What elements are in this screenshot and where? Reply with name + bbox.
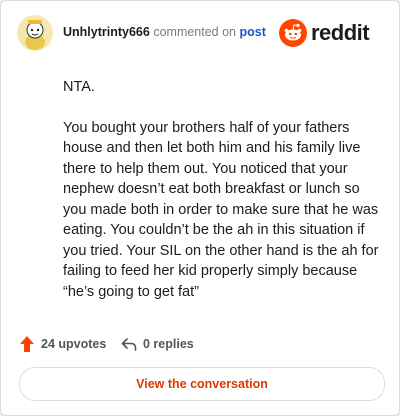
comment-paragraph: NTA. [63, 79, 95, 95]
commented-on-text: commented on [153, 25, 237, 39]
post-link[interactable]: post [240, 25, 266, 39]
upvote-arrow-icon [20, 336, 34, 352]
user-avatar-icon[interactable] [17, 15, 53, 51]
upvote-count: 24 upvotes [41, 337, 107, 351]
reddit-brand[interactable]: reddit [279, 19, 383, 47]
reply-count: 0 replies [143, 337, 194, 351]
reply-button[interactable]: 0 replies [121, 335, 211, 355]
reddit-snoo-icon [279, 19, 307, 47]
reddit-wordmark: reddit [311, 20, 370, 45]
view-conversation-button[interactable]: View the conversation [19, 367, 385, 401]
comment-body: NTA. You bought your brothers half of yo… [63, 77, 383, 322]
comment-card: Unhlytrinty666 commented on post reddit … [0, 0, 400, 416]
comment-meta: Unhlytrinty666 commented on post [63, 25, 266, 39]
comment-paragraph: You bought your brothers half of your fa… [63, 119, 379, 300]
upvote-button[interactable]: 24 upvotes [19, 335, 109, 355]
comment-header: Unhlytrinty666 commented on post reddit [17, 15, 383, 51]
username-link[interactable]: Unhlytrinty666 [63, 25, 150, 39]
comment-actions: 24 upvotes 0 replies [19, 335, 383, 355]
reply-arrow-icon [121, 338, 137, 351]
